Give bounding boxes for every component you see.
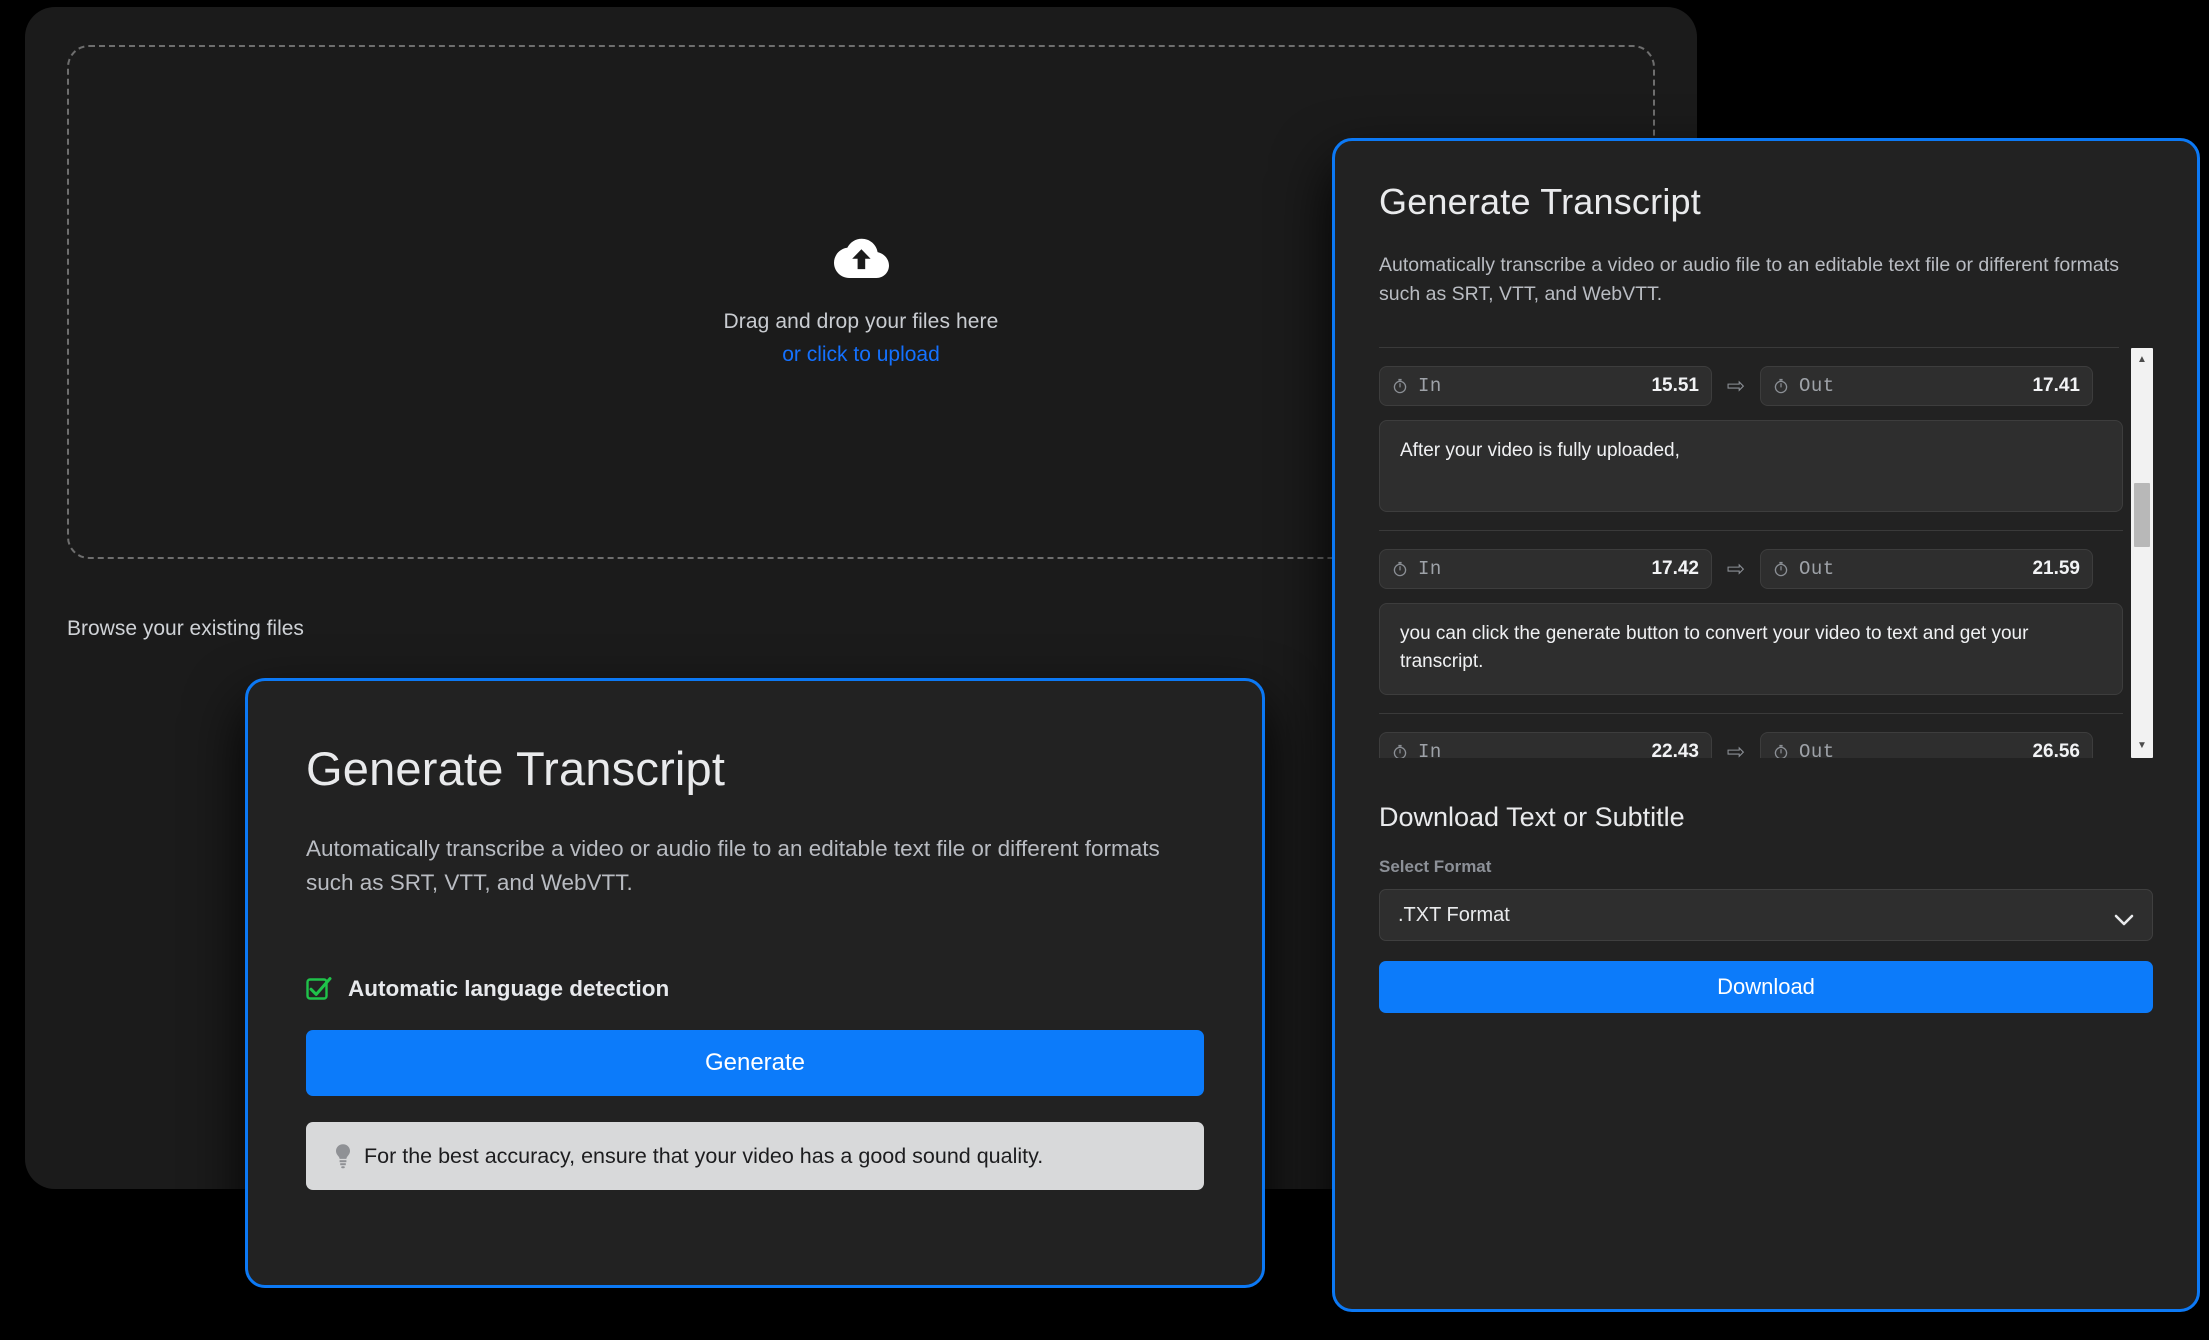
timer-icon — [1392, 561, 1408, 577]
generate-transcript-card: Generate Transcript Automatically transc… — [245, 678, 1265, 1288]
segment-text-area[interactable]: After your video is fully uploaded, — [1379, 420, 2123, 512]
segment-in-time-field[interactable]: In 17.42 — [1379, 549, 1712, 589]
cloud-upload-icon — [833, 235, 889, 279]
segment-time-row: In 15.51 ⇨ Out 17.41 — [1379, 366, 2123, 406]
accuracy-tip-text: For the best accuracy, ensure that your … — [364, 1143, 1044, 1168]
select-format-label: Select Format — [1379, 857, 1492, 876]
timer-icon — [1392, 744, 1408, 758]
generate-button[interactable]: Generate — [306, 1030, 1204, 1096]
segment-in-time-field[interactable]: In 15.51 — [1379, 366, 1712, 406]
out-value: 17.41 — [2032, 375, 2080, 396]
scroll-up-arrow-icon[interactable]: ▲ — [2131, 350, 2153, 370]
segment-time-row: In 22.43 ⇨ Out 26.56 — [1379, 732, 2123, 758]
panel-description: Automatically transcribe a video or audi… — [1379, 254, 2119, 305]
arrow-right-icon: ⇨ — [1726, 556, 1746, 581]
segment-out-time-field[interactable]: Out 21.59 — [1760, 549, 2093, 589]
segment-out-time-field[interactable]: Out 17.41 — [1760, 366, 2093, 406]
in-value: 15.51 — [1651, 375, 1699, 396]
automatic-language-detection-label: Automatic language detection — [348, 976, 670, 1001]
in-value: 22.43 — [1651, 741, 1699, 758]
download-section-title: Download Text or Subtitle — [1379, 802, 1685, 832]
card-title: Generate Transcript — [306, 742, 726, 795]
accuracy-tip-banner: For the best accuracy, ensure that your … — [306, 1122, 1204, 1190]
segment-time-row: In 17.42 ⇨ Out 21.59 — [1379, 549, 2123, 589]
transcript-segment: In 17.42 ⇨ Out 21.59 you can click the g… — [1379, 530, 2123, 695]
segment-in-time-field[interactable]: In 22.43 — [1379, 732, 1712, 758]
checkbox-checked-icon[interactable] — [306, 976, 332, 1002]
automatic-language-detection-row[interactable]: Automatic language detection — [306, 976, 1204, 1002]
download-button[interactable]: Download — [1379, 961, 2153, 1013]
out-value: 26.56 — [2032, 741, 2080, 758]
transcript-editor-panel: Generate Transcript Automatically transc… — [1332, 138, 2200, 1312]
dropzone-click-to-upload-link[interactable]: or click to upload — [782, 340, 940, 370]
card-description: Automatically transcribe a video or audi… — [306, 836, 1160, 895]
in-label: In — [1418, 558, 1442, 580]
lightbulb-icon — [334, 1143, 352, 1169]
arrow-right-icon: ⇨ — [1726, 373, 1746, 398]
transcript-segment: In 22.43 ⇨ Out 26.56 — [1379, 713, 2123, 758]
transcript-segment: In 15.51 ⇨ Out 17.41 After your video is… — [1379, 348, 2123, 512]
out-label: Out — [1799, 558, 1835, 580]
format-select-value: .TXT Format — [1398, 903, 1510, 926]
browse-existing-files-link[interactable]: Browse your existing files — [67, 617, 304, 641]
in-value: 17.42 — [1651, 558, 1699, 579]
dropzone-drag-text: Drag and drop your files here — [723, 309, 999, 333]
scrollbar-thumb[interactable] — [2134, 483, 2150, 547]
out-label: Out — [1799, 375, 1835, 397]
out-label: Out — [1799, 741, 1835, 758]
out-value: 21.59 — [2032, 558, 2080, 579]
format-select[interactable]: .TXT Format — [1379, 889, 2153, 941]
timer-icon — [1773, 744, 1789, 758]
transcript-segments-list: In 15.51 ⇨ Out 17.41 After your video is… — [1379, 348, 2123, 758]
timer-icon — [1773, 378, 1789, 394]
in-label: In — [1418, 375, 1442, 397]
chevron-down-icon — [2114, 909, 2134, 926]
screenshot-root: Drag and drop your files here or click t… — [0, 0, 2209, 1340]
segment-out-time-field[interactable]: Out 26.56 — [1760, 732, 2093, 758]
segment-text-area[interactable]: you can click the generate button to con… — [1379, 603, 2123, 695]
timer-icon — [1392, 378, 1408, 394]
timer-icon — [1773, 561, 1789, 577]
scroll-down-arrow-icon[interactable]: ▼ — [2131, 736, 2153, 756]
transcript-segments-scroll-area: In 15.51 ⇨ Out 17.41 After your video is… — [1379, 348, 2153, 758]
transcript-scrollbar[interactable]: ▲ ▼ — [2131, 348, 2153, 758]
panel-title: Generate Transcript — [1379, 181, 1701, 222]
arrow-right-icon: ⇨ — [1726, 739, 1746, 758]
in-label: In — [1418, 741, 1442, 758]
